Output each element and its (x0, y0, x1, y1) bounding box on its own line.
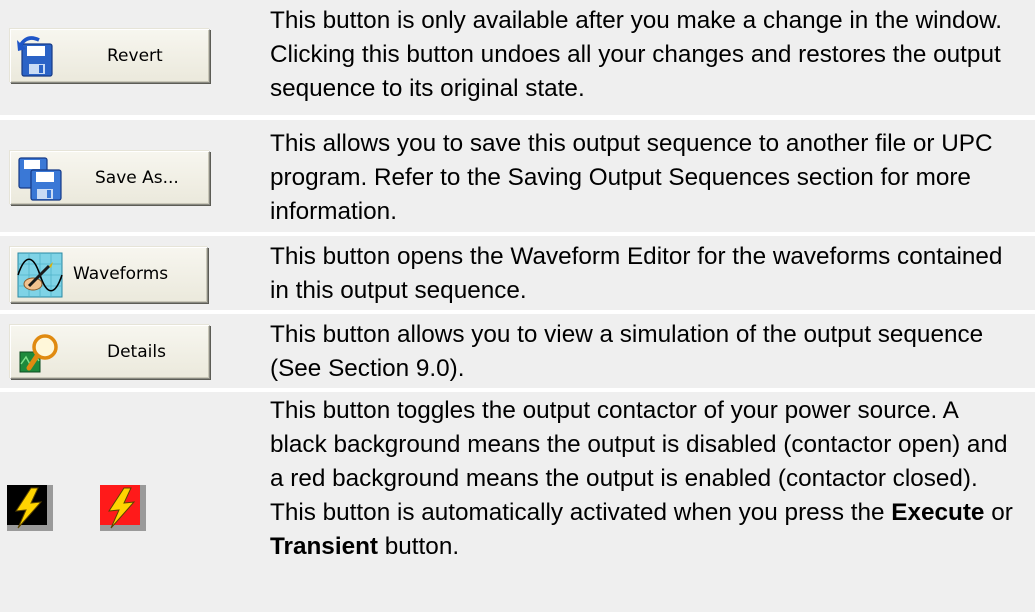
save-as-description: This allows you to save this output sequ… (270, 130, 993, 225)
button-cell: Save As... (0, 120, 258, 232)
button-cell: Revert (0, 0, 258, 115)
contactor-enabled-icon[interactable] (100, 485, 146, 531)
waveforms-description: This button opens the Waveform Editor fo… (270, 243, 1003, 304)
transient-keyword: Transient (270, 533, 379, 560)
revert-icon (17, 36, 53, 77)
save-as-button-label: Save As... (95, 168, 179, 188)
contactor-description-or: or (984, 499, 1013, 526)
details-description: This button allows you to view a simulat… (270, 321, 984, 382)
table-row-contactor: This button toggles the output contactor… (0, 392, 1035, 612)
button-cell (0, 392, 258, 612)
contactor-description: This button toggles the output contactor… (270, 394, 1020, 564)
save-as-button[interactable]: Save As... (10, 151, 210, 205)
details-button-label: Details (107, 342, 166, 362)
waveforms-button[interactable]: Waveforms (10, 247, 208, 303)
table-row-waveforms: Waveforms This button opens the Waveform… (0, 236, 1035, 310)
contactor-disabled-icon[interactable] (7, 485, 53, 531)
table-row-details: Details This button allows you to view a… (0, 314, 1035, 388)
details-icon (19, 334, 58, 373)
revert-description: This button is only available after you … (270, 7, 1003, 102)
button-cell: Details (0, 314, 258, 388)
revert-button-label: Revert (107, 46, 163, 66)
details-button[interactable]: Details (10, 325, 210, 379)
waveforms-button-label: Waveforms (73, 264, 169, 284)
contactor-description-end: button. (378, 533, 460, 560)
table-row-revert: Revert This button is only available aft… (0, 0, 1035, 115)
revert-button[interactable]: Revert (10, 29, 210, 83)
waveform-icon (17, 252, 63, 298)
execute-keyword: Execute (891, 499, 985, 526)
save-as-icon (18, 157, 62, 201)
button-cell: Waveforms (0, 236, 258, 310)
table-row-save-as: Save As... This allows you to save this … (0, 120, 1035, 232)
